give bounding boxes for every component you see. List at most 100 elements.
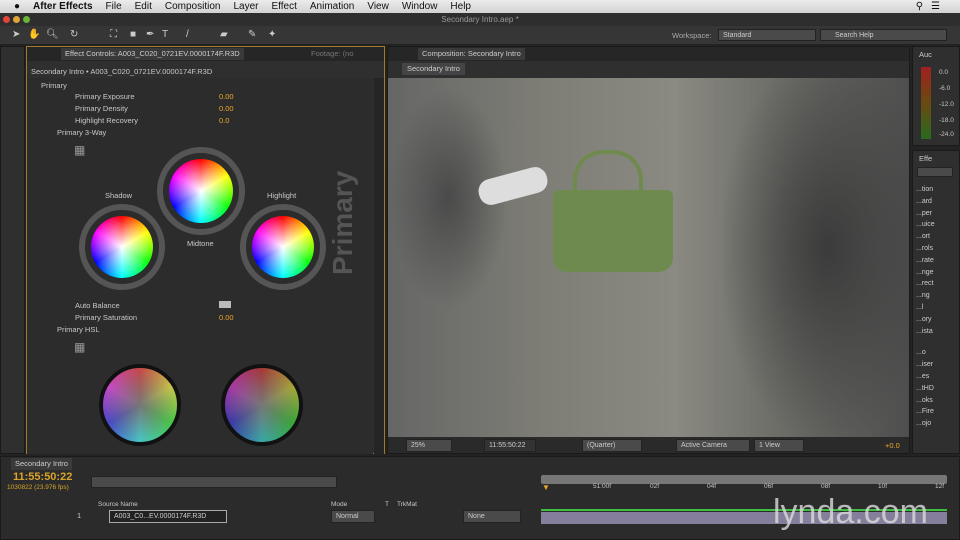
layer-mode-select[interactable]: Normal [331, 510, 375, 523]
effect-category-item[interactable]: ...oks [916, 397, 933, 404]
status-icons[interactable]: ⚲☰ [916, 1, 948, 12]
effect-category-item[interactable]: ...ng [916, 292, 930, 299]
rotate-tool-icon[interactable]: ↻ [70, 29, 78, 40]
value-primary-exposure[interactable]: 0.00 [219, 92, 234, 101]
section-primary-3way[interactable]: Primary 3-Way [57, 128, 106, 137]
hsl-hue-wheel[interactable] [99, 364, 181, 446]
tab-timeline[interactable]: Secondary Intro [11, 458, 72, 470]
timeline-panel: Secondary Intro 11:55:50:22 1030822 (23.… [0, 456, 960, 540]
effect-controls-panel: Effect Controls: A003_C020_0721EV.000017… [26, 46, 385, 454]
zoom-tool-icon[interactable]: 🔍︎ [46, 29, 59, 40]
comp-subtab[interactable]: Secondary Intro [402, 63, 465, 75]
ruler-tick-label: 04f [707, 483, 717, 490]
effect-category-item[interactable]: ...uice [916, 221, 935, 228]
hand-tool-icon[interactable]: ✋ [28, 29, 40, 40]
effect-category-item[interactable]: ...rate [916, 257, 934, 264]
camera-tool-icon[interactable]: ⛶ [110, 29, 117, 40]
menu-help[interactable]: Help [450, 1, 471, 12]
selection-tool-icon[interactable]: ➤ [12, 29, 20, 40]
playhead-icon[interactable]: ▼ [542, 483, 550, 492]
menu-window[interactable]: Window [402, 1, 438, 12]
effect-category-item[interactable]: ...tHD [916, 385, 934, 392]
roto-tool-icon[interactable]: ✎ [248, 29, 256, 40]
workspace-select[interactable]: Standard [718, 29, 816, 41]
tab-effects[interactable]: Effe [919, 153, 932, 165]
menu-view[interactable]: View [367, 1, 389, 12]
effect-category-item[interactable]: ...o [916, 349, 926, 356]
zoom-button[interactable] [23, 16, 30, 23]
minimize-button[interactable] [13, 16, 20, 23]
tab-composition[interactable]: Composition: Secondary Intro [418, 48, 525, 60]
menu-layer[interactable]: Layer [233, 1, 258, 12]
magnification-select[interactable]: 25% [406, 439, 452, 452]
effect-category-item[interactable]: ...ory [916, 316, 932, 323]
value-primary-density[interactable]: 0.00 [219, 104, 234, 113]
level-label: -6.0 [939, 85, 951, 92]
eraser-tool-icon[interactable]: ▰ [220, 29, 228, 40]
effect-category-item[interactable]: ...ojo [916, 420, 931, 427]
apple-icon[interactable]: ● [14, 1, 20, 12]
section-primary-hsl[interactable]: Primary HSL [57, 325, 100, 334]
level-label: 0.0 [939, 69, 949, 76]
grid-icon[interactable]: ▦ [74, 143, 85, 157]
lynda-watermark: lynda.com [773, 493, 928, 531]
section-primary[interactable]: Primary [41, 81, 67, 90]
effect-category-item[interactable]: ...es [916, 373, 929, 380]
effect-category-item[interactable]: ...nge [916, 269, 934, 276]
composition-panel: Composition: Secondary Intro Secondary I… [387, 46, 910, 454]
scrollbar[interactable] [374, 78, 384, 454]
exposure-value[interactable]: +0.0 [885, 441, 900, 450]
pen-tool-icon[interactable]: ✒ [146, 29, 154, 40]
camera-select[interactable]: Active Camera [676, 439, 750, 452]
shadow-label: Shadow [105, 191, 133, 200]
resolution-select[interactable]: (Quarter) [582, 439, 642, 452]
window-titlebar: Secondary Intro.aep * [0, 13, 960, 26]
hsl-saturation-wheel[interactable] [221, 364, 303, 446]
layer-trkmat-select[interactable]: None [463, 510, 521, 523]
tab-effect-controls[interactable]: Effect Controls: A003_C020_0721EV.000017… [61, 48, 244, 60]
text-tool-icon[interactable]: T [162, 29, 168, 40]
midtone-color-wheel[interactable] [169, 159, 233, 223]
effect-category-item[interactable]: ...ista [916, 328, 933, 335]
current-time-display[interactable]: 11:55:50:22 [484, 439, 536, 452]
tab-footage[interactable]: Footage: (no [311, 48, 354, 60]
ruler-tick-label: 10f [878, 483, 888, 490]
prop-auto-balance: Auto Balance [75, 301, 120, 310]
auto-balance-swatch[interactable] [219, 301, 231, 308]
ruler-tick-label: 12f [935, 483, 945, 490]
shadow-color-wheel[interactable] [91, 216, 153, 278]
effect-category-item[interactable]: ...tion [916, 186, 933, 193]
value-primary-saturation[interactable]: 0.00 [219, 313, 234, 322]
grid-icon[interactable]: ▦ [74, 340, 85, 354]
app-menu[interactable]: After Effects [33, 1, 92, 12]
window-title: Secondary Intro.aep * [441, 15, 519, 24]
effect-category-item[interactable]: ...per [916, 210, 932, 217]
effect-category-item[interactable]: ...rect [916, 280, 934, 287]
search-help-input[interactable]: Search Help [820, 29, 947, 41]
brush-tool-icon[interactable]: / [186, 29, 189, 40]
effect-category-item[interactable]: ...l [916, 304, 923, 311]
effect-category-item[interactable]: ...rols [916, 245, 933, 252]
effect-category-item[interactable]: ...iser [916, 361, 933, 368]
col-source-name: Source Name [98, 501, 138, 508]
effect-category-item[interactable]: ...ort [916, 233, 930, 240]
value-highlight-recovery[interactable]: 0.0 [219, 116, 229, 125]
video-viewer[interactable] [388, 78, 909, 437]
effect-category-item[interactable]: ...ard [916, 198, 932, 205]
rectangle-tool-icon[interactable]: ■ [130, 29, 136, 40]
menu-edit[interactable]: Edit [135, 1, 152, 12]
menu-file[interactable]: File [106, 1, 122, 12]
menu-effect[interactable]: Effect [271, 1, 296, 12]
views-select[interactable]: 1 View [754, 439, 804, 452]
puppet-tool-icon[interactable]: ✦ [268, 29, 276, 40]
effects-search-input[interactable] [917, 167, 953, 177]
highlight-color-wheel[interactable] [252, 216, 314, 278]
close-button[interactable] [3, 16, 10, 23]
menu-composition[interactable]: Composition [165, 1, 221, 12]
timeline-search-input[interactable] [91, 476, 337, 488]
tab-audio[interactable]: Auc [919, 49, 932, 61]
layer-name[interactable]: A003_C0...EV.0000174F.R3D [109, 510, 227, 523]
timeline-timecode[interactable]: 11:55:50:22 [13, 471, 72, 483]
effect-category-item[interactable]: ...Fire [916, 408, 934, 415]
menu-animation[interactable]: Animation [310, 1, 354, 12]
